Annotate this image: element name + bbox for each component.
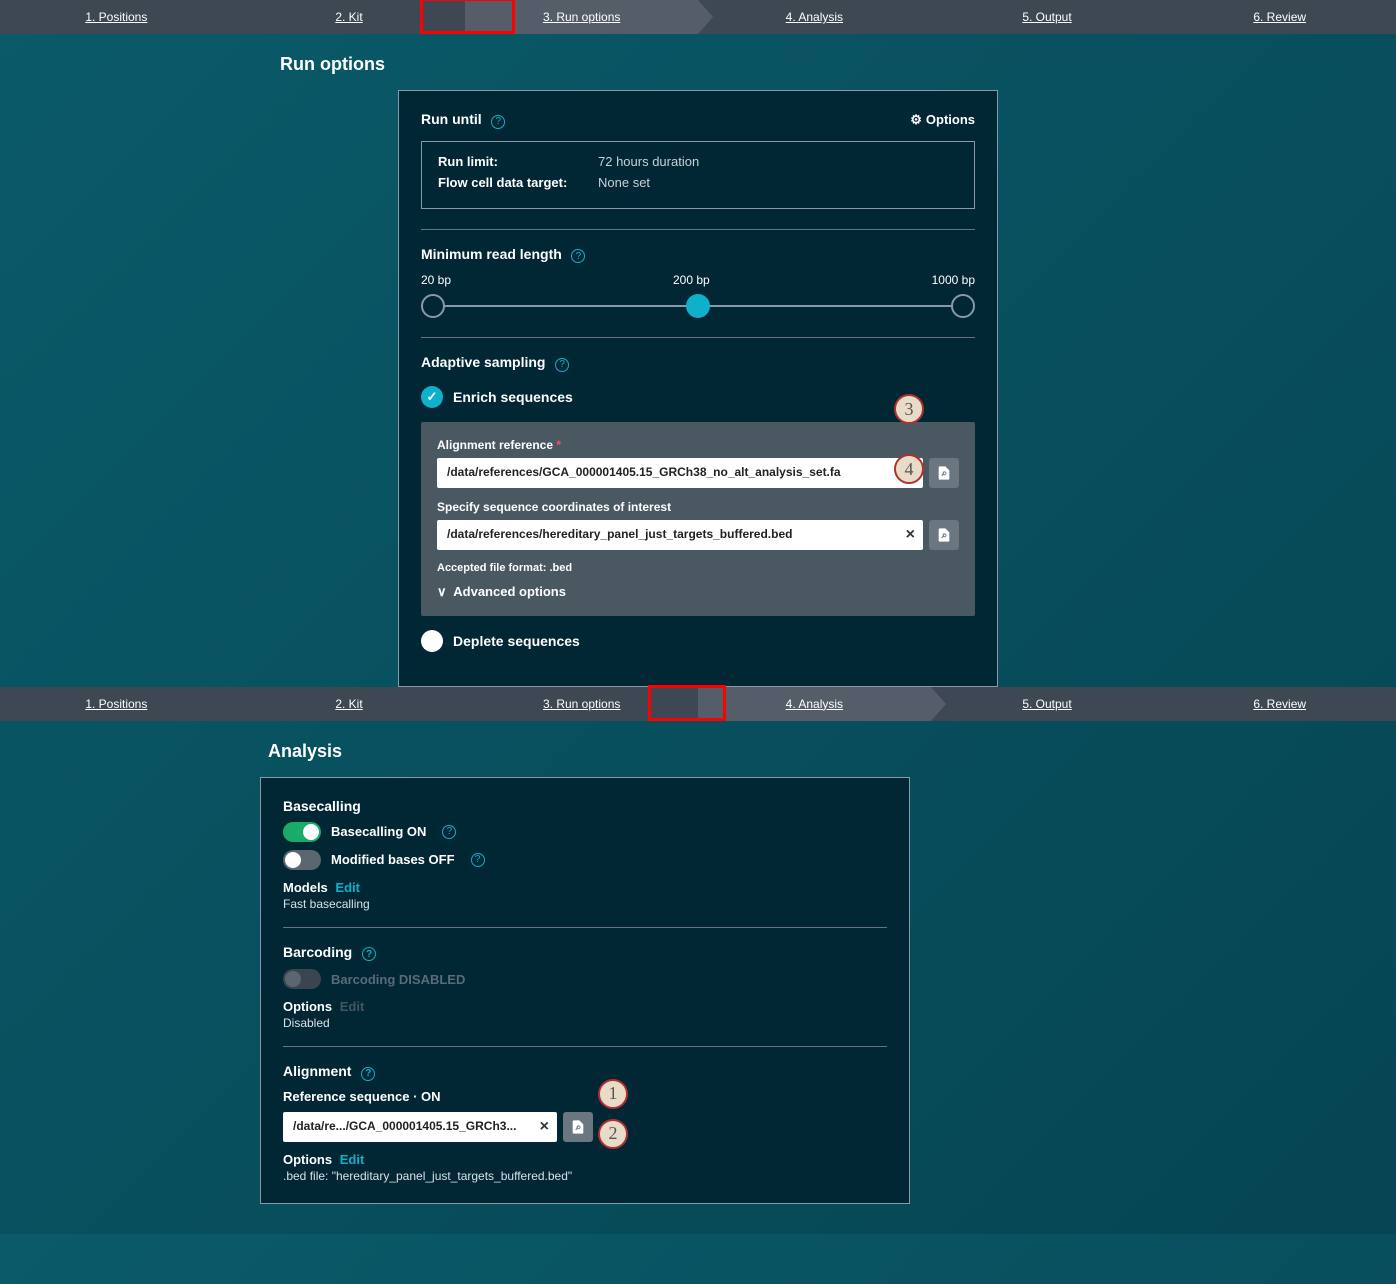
flow-cell-val: None set <box>598 175 650 190</box>
run-until-box: Run limit: 72 hours duration Flow cell d… <box>421 141 975 209</box>
enrich-block: Alignment reference * /data/references/G… <box>421 422 975 616</box>
run-options-panel: Run until ? Options Run limit: 72 hours … <box>398 90 998 687</box>
alignment-ref-value: /data/references/GCA_000001405.15_GRCh38… <box>447 465 841 479</box>
barcoding-toggle <box>283 969 321 989</box>
slider-low: 20 bp <box>421 273 451 287</box>
ref-sequence-input[interactable]: /data/re.../GCA_000001405.15_GRCh3... × <box>283 1112 557 1142</box>
annotation-1: 1 <box>598 1079 628 1109</box>
alignment-ref-input[interactable]: /data/references/GCA_000001405.15_GRCh38… <box>437 458 923 488</box>
radio-unchecked-icon <box>421 630 443 652</box>
step-output[interactable]: 5. Output <box>931 687 1164 721</box>
help-icon[interactable]: ? <box>491 115 505 129</box>
help-icon[interactable]: ? <box>571 249 585 263</box>
models-value: Fast basecalling <box>283 897 887 911</box>
models-label: Models <box>283 880 328 895</box>
adaptive-label: Adaptive sampling <box>421 354 545 370</box>
divider <box>421 229 975 230</box>
chevron-down-icon: ∨ <box>437 584 447 599</box>
advanced-label: Advanced options <box>453 584 566 599</box>
enrich-label: Enrich sequences <box>453 389 573 405</box>
help-icon[interactable]: ? <box>442 825 456 839</box>
read-length-slider[interactable] <box>421 291 975 321</box>
barcoding-heading: Barcoding <box>283 944 352 960</box>
required-star-icon: * <box>556 438 561 452</box>
slider-high: 1000 bp <box>932 273 975 287</box>
annotation-2: 2 <box>598 1119 628 1149</box>
step-kit[interactable]: 2. Kit <box>233 687 466 721</box>
options-button[interactable]: Options <box>910 112 975 128</box>
annotation-3: 3 <box>894 394 924 424</box>
step-analysis[interactable]: 4. Analysis <box>698 0 931 34</box>
slider-mid: 200 bp <box>673 273 710 287</box>
clear-icon[interactable]: × <box>540 1118 549 1136</box>
annotation-4: 4 <box>894 454 924 484</box>
barcoding-edit-link: Edit <box>340 999 365 1014</box>
run-until-label: Run until <box>421 111 482 127</box>
gear-icon <box>910 112 922 128</box>
accepted-format: Accepted file format: .bed <box>437 562 959 574</box>
coords-value: /data/references/hereditary_panel_just_t… <box>447 527 792 541</box>
step-analysis[interactable]: 4. Analysis <box>698 687 931 721</box>
options-button-label: Options <box>926 112 975 127</box>
alignment-ref-label: Alignment reference <box>437 438 553 452</box>
browse-button[interactable] <box>929 520 959 550</box>
slider-handle-200[interactable] <box>686 294 710 318</box>
barcoding-disabled-label: Barcoding DISABLED <box>331 972 465 987</box>
clear-icon[interactable]: × <box>906 526 915 544</box>
step-positions[interactable]: 1. Positions <box>0 0 233 34</box>
flow-cell-key: Flow cell data target: <box>438 175 598 190</box>
deplete-label: Deplete sequences <box>453 633 580 649</box>
help-icon[interactable]: ? <box>471 853 485 867</box>
help-icon[interactable]: ? <box>555 358 569 372</box>
basecalling-toggle[interactable] <box>283 822 321 842</box>
alignment-options-label: Options <box>283 1152 332 1167</box>
divider <box>283 1046 887 1047</box>
coords-input[interactable]: /data/references/hereditary_panel_just_t… <box>437 520 923 550</box>
coords-label: Specify sequence coordinates of interest <box>437 500 959 514</box>
page-title-analysis: Analysis <box>268 741 1396 762</box>
help-icon[interactable]: ? <box>361 1067 375 1081</box>
modified-bases-toggle[interactable] <box>283 850 321 870</box>
browse-button[interactable] <box>563 1112 593 1142</box>
bed-file-value: .bed file: "hereditary_panel_just_target… <box>283 1169 887 1183</box>
step-kit[interactable]: 2. Kit <box>233 0 466 34</box>
models-edit-link[interactable]: Edit <box>335 880 360 895</box>
alignment-edit-link[interactable]: Edit <box>340 1152 365 1167</box>
alignment-heading: Alignment <box>283 1063 351 1079</box>
radio-checked-icon <box>421 386 443 408</box>
browse-button[interactable] <box>929 458 959 488</box>
slider-handle-1000[interactable] <box>951 294 975 318</box>
basecalling-heading: Basecalling <box>283 798 887 814</box>
enrich-sequences-radio[interactable]: Enrich sequences <box>421 386 975 408</box>
step-review[interactable]: 6. Review <box>1163 687 1396 721</box>
step-output[interactable]: 5. Output <box>931 0 1164 34</box>
divider <box>283 927 887 928</box>
modified-bases-label: Modified bases OFF <box>331 852 455 867</box>
run-limit-val: 72 hours duration <box>598 154 699 169</box>
run-limit-key: Run limit: <box>438 154 598 169</box>
file-search-icon <box>570 1119 586 1135</box>
step-positions[interactable]: 1. Positions <box>0 687 233 721</box>
analysis-panel: Basecalling Basecalling ON ? Modified ba… <box>260 777 910 1204</box>
ref-sequence-label: Reference sequence · ON <box>283 1089 887 1104</box>
basecalling-on-label: Basecalling ON <box>331 824 426 839</box>
help-icon[interactable]: ? <box>362 947 376 961</box>
stepper-top: 1. Positions 2. Kit 3. Run options 4. An… <box>0 0 1396 34</box>
slider-handle-20[interactable] <box>421 294 445 318</box>
file-search-icon <box>936 527 952 543</box>
page-title-run-options: Run options <box>280 54 1396 75</box>
barcoding-options-label: Options <box>283 999 332 1014</box>
step-run-options[interactable]: 3. Run options <box>465 687 698 721</box>
min-read-label: Minimum read length <box>421 246 562 262</box>
step-review[interactable]: 6. Review <box>1163 0 1396 34</box>
stepper-bottom: 1. Positions 2. Kit 3. Run options 4. An… <box>0 687 1396 721</box>
slider-labels: 20 bp 200 bp 1000 bp <box>421 273 975 287</box>
ref-sequence-value: /data/re.../GCA_000001405.15_GRCh3... <box>293 1119 516 1133</box>
deplete-sequences-radio[interactable]: Deplete sequences <box>421 630 975 652</box>
barcoding-options-value: Disabled <box>283 1016 887 1030</box>
step-run-options[interactable]: 3. Run options <box>465 0 698 34</box>
divider <box>421 337 975 338</box>
advanced-options-toggle[interactable]: ∨ Advanced options <box>437 584 959 600</box>
file-search-icon <box>936 465 952 481</box>
